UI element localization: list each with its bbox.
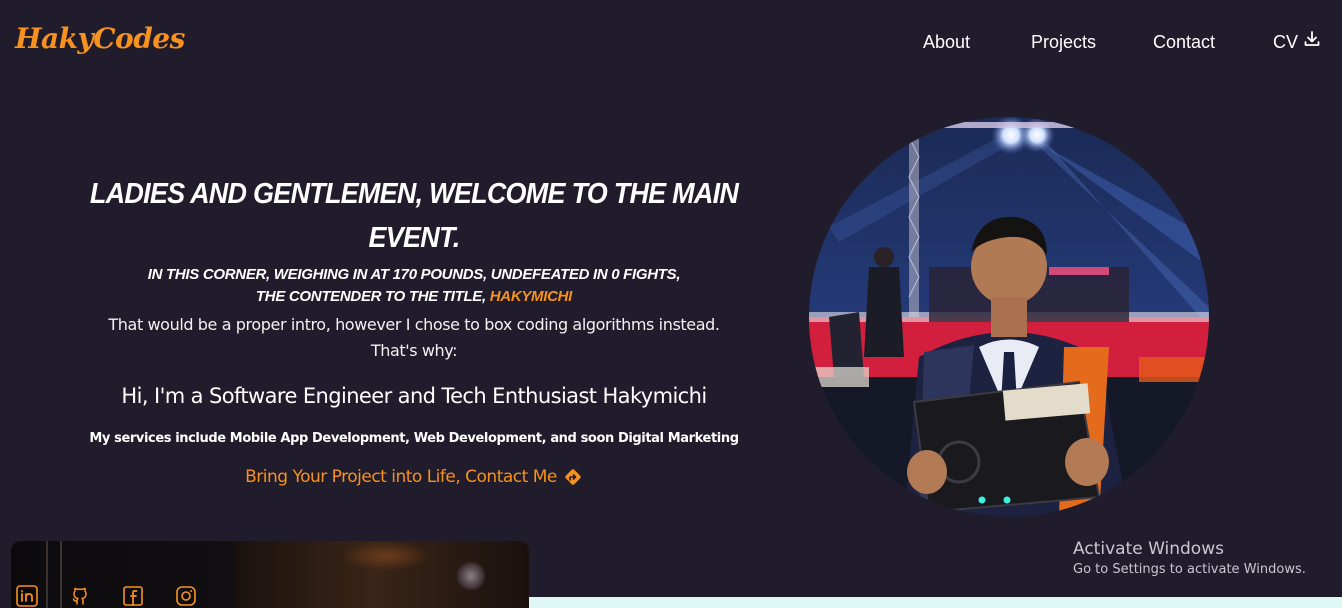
social-links	[16, 585, 197, 607]
contact-cta-link[interactable]: Bring Your Project into Life, Contact Me	[245, 465, 583, 489]
nav-about-link[interactable]: About	[923, 31, 970, 53]
next-section-edge	[529, 597, 1342, 608]
directions-icon	[565, 469, 581, 485]
hero-sub-line2-prefix: the contender to the title,	[255, 288, 490, 305]
banner-light	[341, 541, 431, 571]
download-icon	[1304, 31, 1320, 46]
profile-photo	[809, 117, 1209, 517]
nav-cv-label: CV	[1273, 32, 1299, 52]
intro-line1: That would be a proper intro, however I …	[108, 315, 720, 334]
instagram-icon[interactable]	[175, 585, 197, 607]
intro-line2: That's why:	[370, 341, 458, 360]
linkedin-icon[interactable]	[16, 585, 38, 607]
main-nav: About Projects Contact CV	[0, 31, 1342, 55]
hero-sub-line1: In this corner, weighing in at 170 pound…	[147, 266, 681, 283]
contender-name: Hakymichi	[489, 288, 573, 305]
watermark-subtitle: Go to Settings to activate Windows.	[1073, 562, 1306, 577]
github-icon[interactable]	[69, 585, 91, 607]
facebook-icon[interactable]	[122, 585, 144, 607]
hero-intro: That would be a proper intro, however I …	[60, 312, 768, 364]
windows-activation-watermark: Activate Windows Go to Settings to activ…	[1073, 538, 1306, 579]
nav-cv-link[interactable]: CV	[1273, 31, 1321, 53]
watermark-title: Activate Windows	[1073, 539, 1224, 559]
hero-subheadline: In this corner, weighing in at 170 pound…	[60, 264, 768, 308]
cta-label: Bring Your Project into Life, Contact Me	[245, 467, 557, 487]
hero-greeting: Hi, I'm a Software Engineer and Tech Ent…	[121, 384, 707, 408]
hero-headline: Ladies and Gentlemen, Welcome to the Mai…	[89, 178, 739, 254]
nav-projects-link[interactable]: Projects	[1031, 31, 1096, 53]
banner-orb	[456, 561, 486, 591]
nav-contact-link[interactable]: Contact	[1153, 31, 1215, 53]
hero-services: My services include Mobile App Developme…	[89, 431, 739, 446]
hero-section: Ladies and Gentlemen, Welcome to the Mai…	[60, 172, 768, 489]
